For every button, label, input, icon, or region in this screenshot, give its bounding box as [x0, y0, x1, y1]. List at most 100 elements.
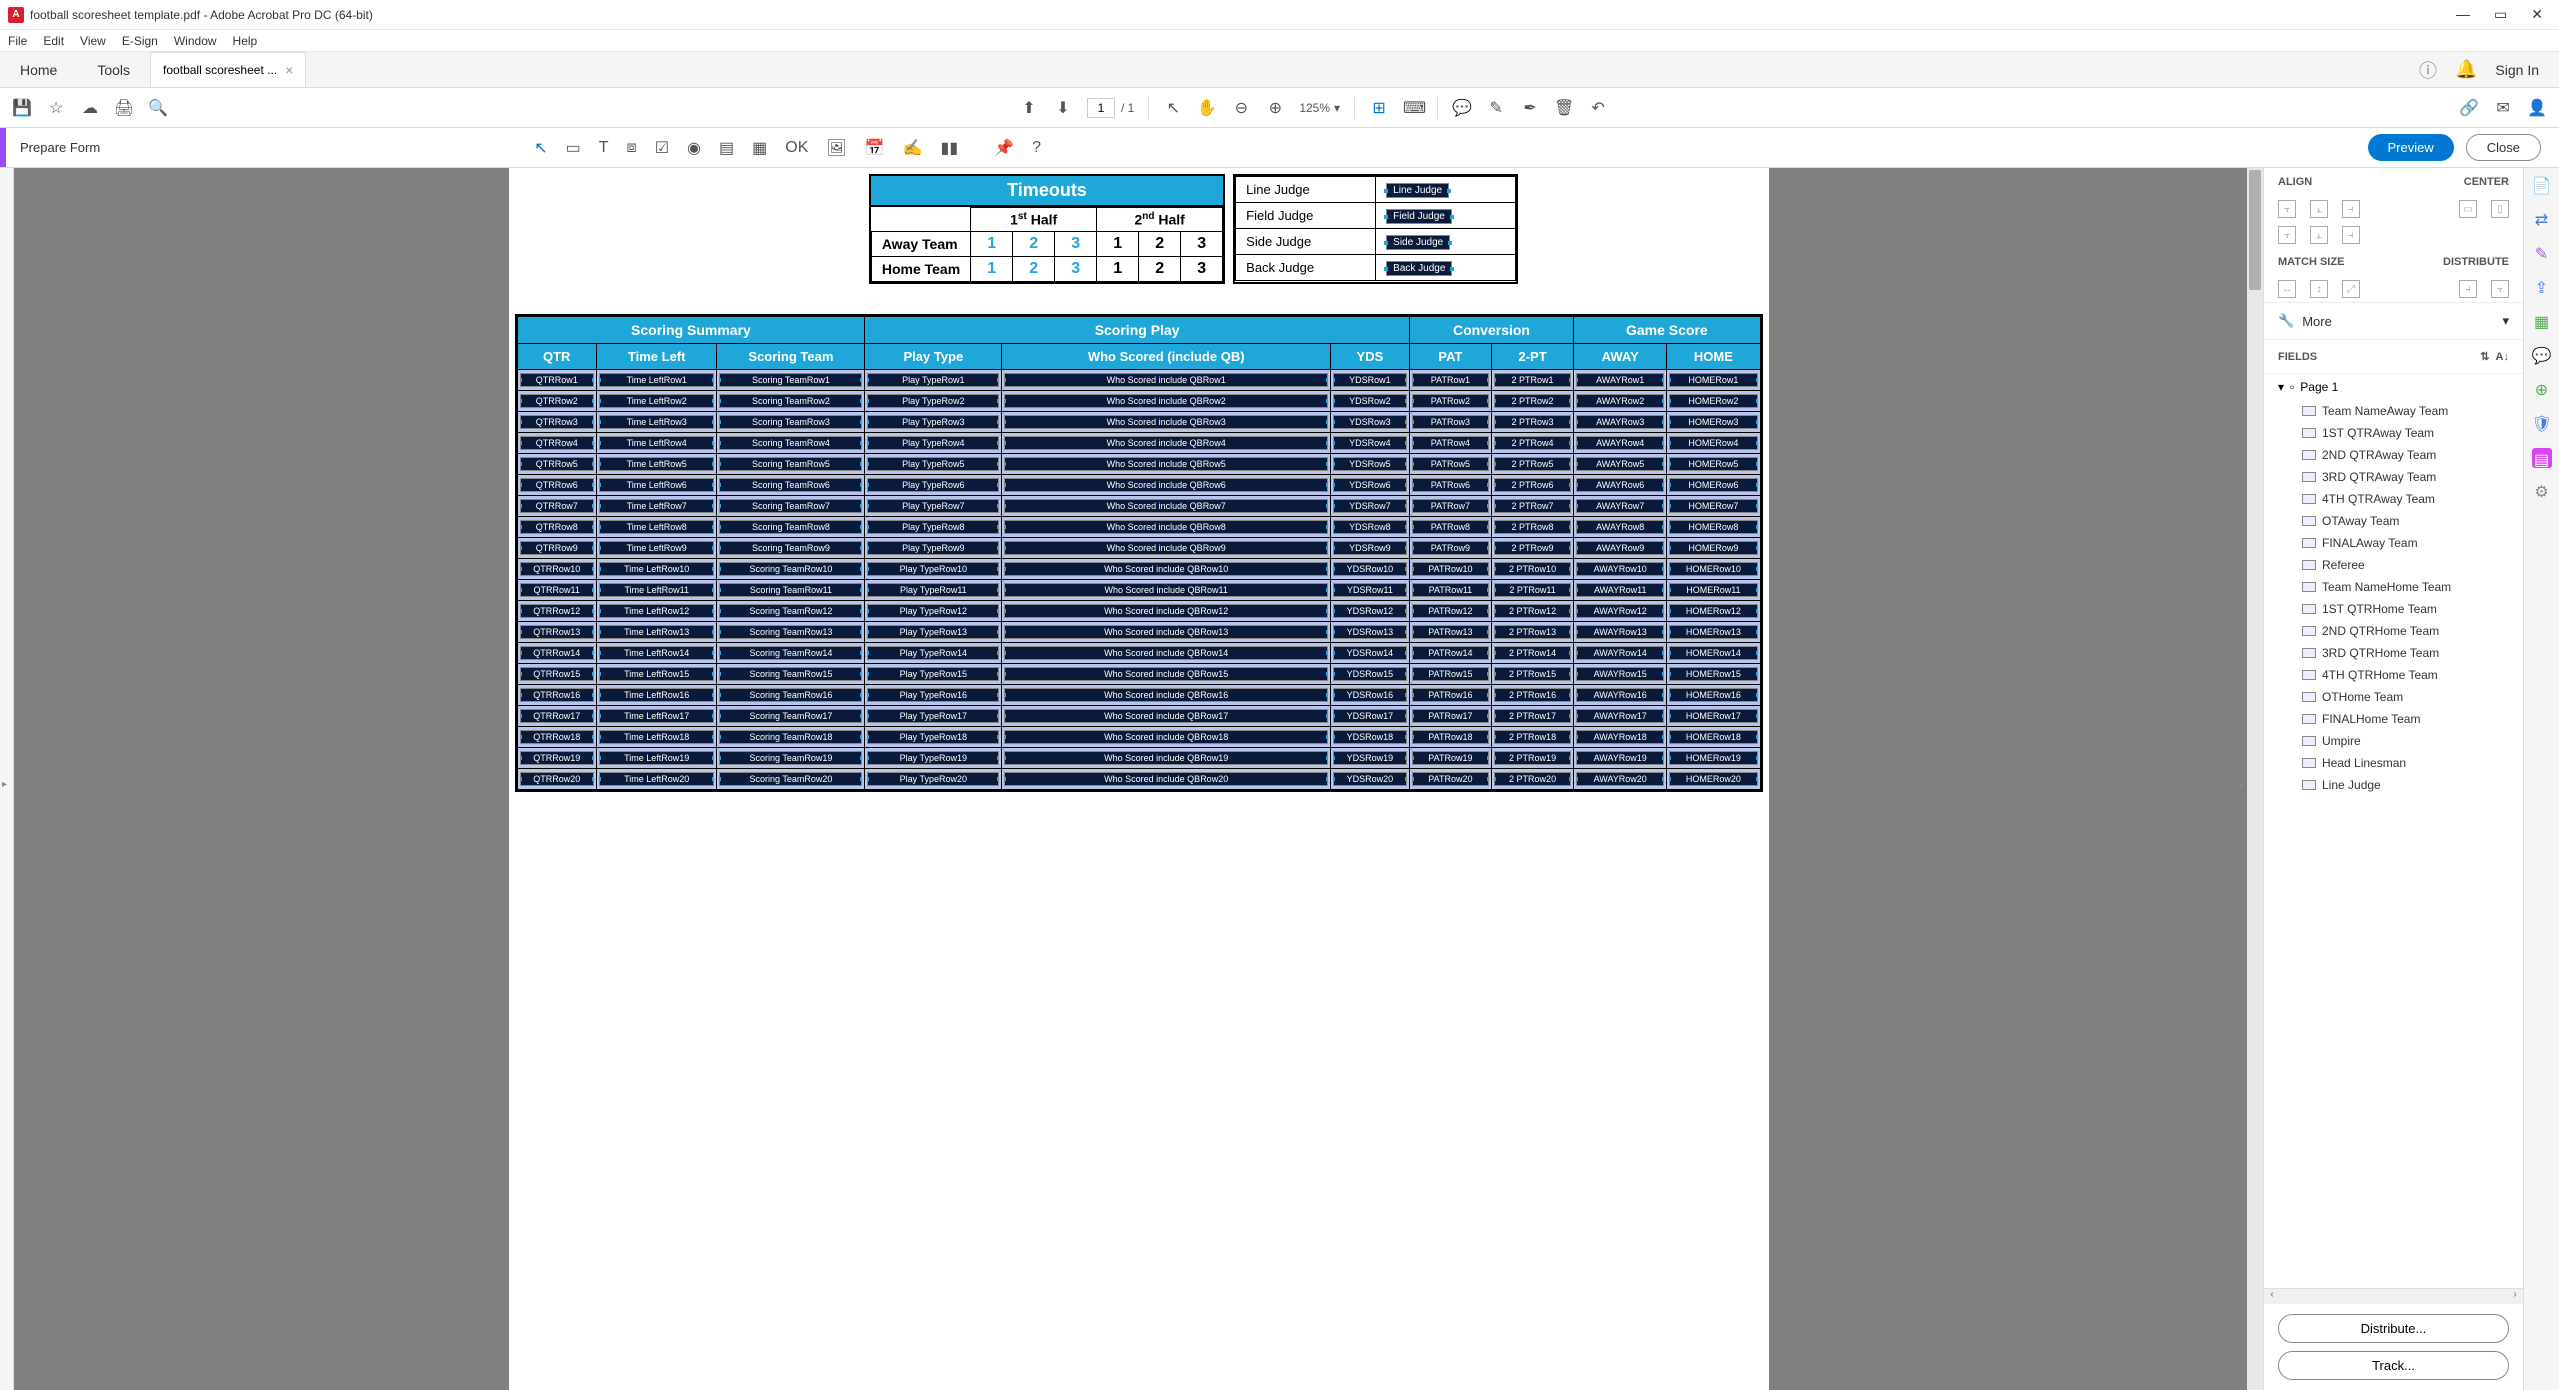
form-field-ws[interactable]: Who Scored include QBRow16: [1004, 688, 1328, 702]
form-field-st[interactable]: Scoring TeamRow11: [719, 583, 862, 597]
page-node[interactable]: ▾ ▫ Page 1: [2264, 374, 2523, 400]
tools-tab[interactable]: Tools: [77, 52, 150, 87]
form-field[interactable]: Side Judge: [1386, 235, 1450, 250]
form-field-pt2[interactable]: 2 PTRow13: [1494, 625, 1571, 639]
text-tool-icon[interactable]: T: [599, 139, 609, 157]
field-tree-item[interactable]: 2ND QTRHome Team: [2264, 620, 2523, 642]
form-field-yds[interactable]: YDSRow2: [1333, 394, 1407, 408]
maximize-button[interactable]: ▭: [2494, 6, 2507, 23]
zoom-out-icon[interactable]: ⊖: [1231, 98, 1251, 118]
form-field-tl[interactable]: Time LeftRow7: [599, 499, 715, 513]
close-window-button[interactable]: ✕: [2531, 6, 2543, 23]
pin-icon[interactable]: 📌: [994, 138, 1014, 158]
form-field-pat[interactable]: PATRow18: [1412, 730, 1489, 744]
form-field-yds[interactable]: YDSRow18: [1333, 730, 1407, 744]
align-center-icon[interactable]: ⫠: [2310, 200, 2328, 218]
form-field-qtr[interactable]: QTRRow14: [520, 646, 594, 660]
form-field-qtr[interactable]: QTRRow10: [520, 562, 594, 576]
form-field-pt[interactable]: Play TypeRow14: [867, 646, 999, 660]
export-icon[interactable]: ⇪: [2532, 278, 2552, 298]
align-middle-icon[interactable]: ⫠: [2310, 226, 2328, 244]
form-field-yds[interactable]: YDSRow1: [1333, 373, 1407, 387]
keyboard-icon[interactable]: ⌨: [1403, 98, 1423, 118]
form-field-st[interactable]: Scoring TeamRow15: [719, 667, 862, 681]
form-field-pt2[interactable]: 2 PTRow5: [1494, 457, 1571, 471]
undo-icon[interactable]: ↶: [1588, 98, 1608, 118]
form-field-st[interactable]: Scoring TeamRow10: [719, 562, 862, 576]
form-field-tl[interactable]: Time LeftRow1: [599, 373, 715, 387]
form-field-pt[interactable]: Play TypeRow18: [867, 730, 999, 744]
form-field-hm[interactable]: HOMERow16: [1669, 688, 1757, 702]
menu-help[interactable]: Help: [233, 34, 258, 48]
form-field-ws[interactable]: Who Scored include QBRow3: [1004, 415, 1328, 429]
form-field-tl[interactable]: Time LeftRow20: [599, 772, 715, 786]
form-field-aw[interactable]: AWAYRow19: [1576, 751, 1664, 765]
share-link-icon[interactable]: 🔗: [2459, 98, 2479, 118]
create-pdf-icon[interactable]: 📄: [2532, 176, 2552, 196]
radio-tool-icon[interactable]: ◉: [687, 138, 701, 158]
form-field-pat[interactable]: PATRow6: [1412, 478, 1489, 492]
barcode-tool-icon[interactable]: ▮▮: [941, 138, 959, 158]
form-field-qtr[interactable]: QTRRow8: [520, 520, 594, 534]
form-field-pat[interactable]: PATRow3: [1412, 415, 1489, 429]
distribute-button[interactable]: Distribute...: [2278, 1314, 2509, 1343]
form-field-st[interactable]: Scoring TeamRow14: [719, 646, 862, 660]
form-field-hm[interactable]: HOMERow10: [1669, 562, 1757, 576]
form-field-tl[interactable]: Time LeftRow19: [599, 751, 715, 765]
help-icon[interactable]: ⓘ: [2419, 57, 2437, 83]
menu-e-sign[interactable]: E-Sign: [122, 34, 158, 48]
form-field-ws[interactable]: Who Scored include QBRow20: [1004, 772, 1328, 786]
form-field-hm[interactable]: HOMERow8: [1669, 520, 1757, 534]
form-field-pt[interactable]: Play TypeRow16: [867, 688, 999, 702]
form-field-pt2[interactable]: 2 PTRow15: [1494, 667, 1571, 681]
protect-icon[interactable]: 🛡: [2532, 414, 2552, 434]
form-field-tl[interactable]: Time LeftRow16: [599, 688, 715, 702]
form-field-ws[interactable]: Who Scored include QBRow2: [1004, 394, 1328, 408]
form-field-aw[interactable]: AWAYRow11: [1576, 583, 1664, 597]
form-field-pat[interactable]: PATRow11: [1412, 583, 1489, 597]
field-tree-item[interactable]: OTAway Team: [2264, 510, 2523, 532]
form-field-tl[interactable]: Time LeftRow18: [599, 730, 715, 744]
form-field-ws[interactable]: Who Scored include QBRow14: [1004, 646, 1328, 660]
field-tree-item[interactable]: Team NameHome Team: [2264, 576, 2523, 598]
button-tool-icon[interactable]: OK: [785, 139, 808, 157]
form-field-pt2[interactable]: 2 PTRow16: [1494, 688, 1571, 702]
form-field-pt2[interactable]: 2 PTRow2: [1494, 394, 1571, 408]
track-button[interactable]: Track...: [2278, 1351, 2509, 1380]
more-row[interactable]: 🔧 More ▾: [2264, 302, 2523, 340]
form-field-pat[interactable]: PATRow13: [1412, 625, 1489, 639]
vertical-scrollbar[interactable]: [2247, 168, 2263, 1390]
expand-right-icon[interactable]: ◂: [2238, 779, 2243, 790]
document-tab[interactable]: football scoresheet ... ×: [150, 52, 306, 87]
form-field-tl[interactable]: Time LeftRow11: [599, 583, 715, 597]
form-field-yds[interactable]: YDSRow4: [1333, 436, 1407, 450]
field-tree-item[interactable]: Team NameAway Team: [2264, 400, 2523, 422]
form-field-qtr[interactable]: QTRRow11: [520, 583, 594, 597]
form-field-qtr[interactable]: QTRRow1: [520, 373, 594, 387]
form-field-pt2[interactable]: 2 PTRow1: [1494, 373, 1571, 387]
field-tree-item[interactable]: FINALAway Team: [2264, 532, 2523, 554]
menu-edit[interactable]: Edit: [43, 34, 64, 48]
form-field-tl[interactable]: Time LeftRow9: [599, 541, 715, 555]
form-field-pt2[interactable]: 2 PTRow11: [1494, 583, 1571, 597]
form-field-ws[interactable]: Who Scored include QBRow6: [1004, 478, 1328, 492]
scan-icon[interactable]: ⊕: [2532, 380, 2552, 400]
form-field-qtr[interactable]: QTRRow17: [520, 709, 594, 723]
form-field-st[interactable]: Scoring TeamRow20: [719, 772, 862, 786]
form-field-ws[interactable]: Who Scored include QBRow4: [1004, 436, 1328, 450]
comment-icon[interactable]: 💬: [1452, 98, 1472, 118]
form-field-st[interactable]: Scoring TeamRow13: [719, 625, 862, 639]
form-field[interactable]: Line Judge: [1386, 183, 1449, 198]
page-number-input[interactable]: [1087, 98, 1115, 118]
form-field-pt[interactable]: Play TypeRow3: [867, 415, 999, 429]
form-field-pat[interactable]: PATRow15: [1412, 667, 1489, 681]
image-tool-icon[interactable]: 🖼: [826, 138, 846, 158]
form-field-hm[interactable]: HOMERow2: [1669, 394, 1757, 408]
collapse-icon[interactable]: ▾: [2278, 380, 2284, 394]
field-tree-item[interactable]: 1ST QTRAway Team: [2264, 422, 2523, 444]
text-box-tool-icon[interactable]: ⧈: [627, 139, 637, 157]
form-field-hm[interactable]: HOMERow1: [1669, 373, 1757, 387]
form-field[interactable]: Field Judge: [1386, 209, 1452, 224]
form-field-st[interactable]: Scoring TeamRow16: [719, 688, 862, 702]
form-field-yds[interactable]: YDSRow10: [1333, 562, 1407, 576]
